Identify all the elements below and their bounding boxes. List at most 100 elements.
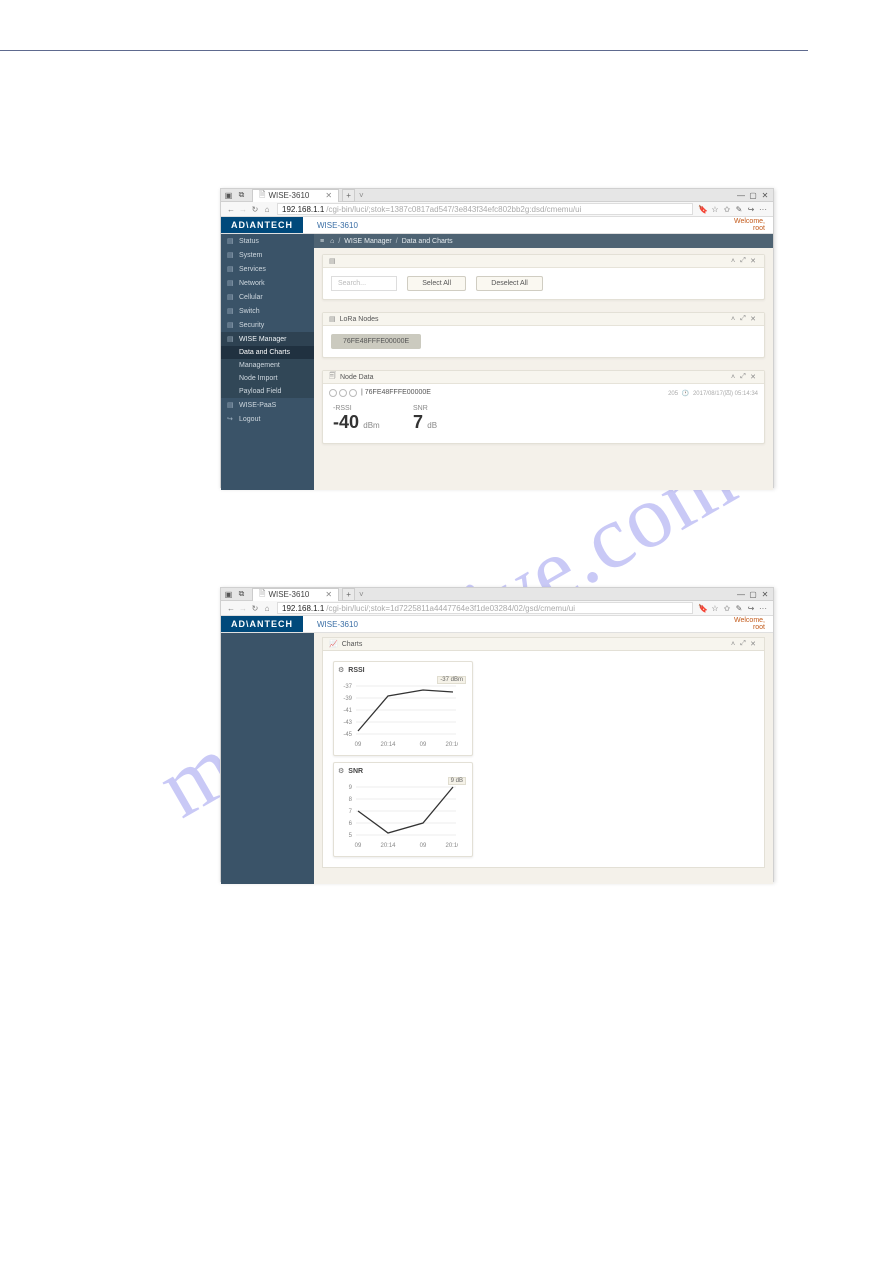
back-button[interactable]: ← bbox=[225, 205, 237, 214]
forward-button[interactable]: → bbox=[237, 205, 249, 214]
panel-collapse-icon[interactable]: ˄ bbox=[728, 316, 738, 323]
sidebar-sub-data-charts[interactable]: Data and Charts bbox=[221, 346, 314, 359]
back-button[interactable]: ← bbox=[225, 604, 237, 613]
new-tab-button[interactable]: + bbox=[342, 588, 355, 601]
window-icon: ▣ bbox=[223, 190, 234, 201]
search-input[interactable]: Search... bbox=[331, 276, 397, 291]
window-close-icon[interactable]: ✕ bbox=[759, 590, 771, 599]
window-icon: ▣ bbox=[223, 589, 234, 600]
sidebar-item-services[interactable]: ▤Services bbox=[221, 262, 314, 276]
brand-logo: AD\ANTECH bbox=[221, 217, 303, 233]
welcome-text: Welcome, root bbox=[734, 617, 773, 631]
home-button[interactable]: ⌂ bbox=[261, 205, 273, 214]
menu-icon: ▤ bbox=[227, 279, 236, 287]
share-icon[interactable]: ↪ bbox=[745, 205, 757, 214]
reading-view-icon[interactable]: 🔖 bbox=[697, 604, 709, 613]
brand-logo: AD\ANTECH bbox=[221, 616, 303, 632]
page-icon: 🗎 bbox=[259, 189, 265, 203]
panel-close-icon[interactable]: ✕ bbox=[748, 257, 758, 265]
more-icon[interactable]: ··· bbox=[757, 604, 769, 613]
window-minimize-icon[interactable]: — bbox=[735, 590, 747, 599]
main-content: ≡ ⌂ / WISE Manager / Data and Charts ▤ ˄… bbox=[314, 234, 773, 490]
sidebar-item-network[interactable]: ▤Network bbox=[221, 276, 314, 290]
panel-close-icon[interactable]: ✕ bbox=[748, 640, 758, 648]
window-close-icon[interactable]: ✕ bbox=[759, 191, 771, 200]
reload-button[interactable]: ↻ bbox=[249, 205, 261, 214]
ytick: -45 bbox=[343, 732, 352, 738]
panel-header: 🗐 Node Data ˄ ⤢ ✕ bbox=[323, 371, 764, 384]
xtick: 20:16 bbox=[445, 742, 458, 748]
notes-icon[interactable]: ✎ bbox=[733, 604, 745, 613]
deselect-all-button[interactable]: Deselect All bbox=[476, 276, 543, 291]
url-input[interactable]: 192.168.1.1 /cgi-bin/luci/;stok=1d722581… bbox=[277, 602, 693, 614]
tab-close-icon[interactable]: ✕ bbox=[325, 191, 332, 200]
ts-count: 205 bbox=[668, 391, 680, 397]
panel-collapse-icon[interactable]: ˄ bbox=[728, 374, 738, 381]
sidebar-sub-payload-field[interactable]: Payload Field bbox=[221, 385, 314, 398]
panel-collapse-icon[interactable]: ˄ bbox=[728, 641, 738, 648]
sidebar-item-switch[interactable]: ▤Switch bbox=[221, 304, 314, 318]
window-minimize-icon[interactable]: — bbox=[735, 191, 747, 200]
panel-expand-icon[interactable]: ⤢ bbox=[738, 373, 748, 381]
browser-tab[interactable]: 🗎 WISE-3610 ✕ bbox=[252, 189, 339, 202]
favorites-bar-icon[interactable]: ✩ bbox=[721, 205, 733, 214]
crumb-seg1[interactable]: WISE Manager bbox=[344, 238, 391, 245]
more-icon[interactable]: ··· bbox=[757, 205, 769, 214]
sidebar-sub-label: Data and Charts bbox=[239, 349, 290, 356]
new-tab-button[interactable]: + bbox=[342, 189, 355, 202]
page-icon: 🗎 bbox=[259, 588, 265, 602]
xtick: 09 bbox=[355, 843, 362, 849]
sidebar-item-cellular[interactable]: ▤Cellular bbox=[221, 290, 314, 304]
node-chip[interactable]: 76FE48FFFE00000E bbox=[331, 334, 421, 349]
notes-icon[interactable]: ✎ bbox=[733, 205, 745, 214]
reload-button[interactable]: ↻ bbox=[249, 604, 261, 613]
ytick: -37 bbox=[343, 684, 352, 690]
tab-close-icon[interactable]: ✕ bbox=[325, 590, 332, 599]
tab-title: WISE-3610 bbox=[268, 191, 309, 200]
home-button[interactable]: ⌂ bbox=[261, 604, 273, 613]
panel-expand-icon[interactable]: ⤢ bbox=[738, 257, 748, 265]
url-input[interactable]: 192.168.1.1 /cgi-bin/luci/;stok=1387c081… bbox=[277, 203, 693, 215]
reading-view-icon[interactable]: 🔖 bbox=[697, 205, 709, 214]
welcome-user: root bbox=[753, 624, 765, 631]
sidebar-sub-management[interactable]: Management bbox=[221, 359, 314, 372]
node-data-panel: 🗐 Node Data ˄ ⤢ ✕ | 76FE48FFFE00000E 205… bbox=[322, 370, 765, 444]
xtick: 09 bbox=[420, 742, 427, 748]
forward-button[interactable]: → bbox=[237, 604, 249, 613]
panel-expand-icon[interactable]: ⤢ bbox=[738, 640, 748, 648]
gear-icon[interactable]: ⚙ bbox=[338, 666, 344, 674]
sidebar-item-logout[interactable]: ↪Logout bbox=[221, 412, 314, 426]
sidebar-item-status[interactable]: ▤Status bbox=[221, 234, 314, 248]
metric-rssi: -RSSI -40 dBm bbox=[333, 405, 413, 433]
gear-icon[interactable]: ⚙ bbox=[338, 767, 344, 775]
menu-icon: ▤ bbox=[227, 307, 236, 315]
ytick: 7 bbox=[349, 809, 353, 815]
tab-dropdown-icon[interactable]: ˅ bbox=[359, 590, 364, 599]
sidebar-item-system[interactable]: ▤System bbox=[221, 248, 314, 262]
share-icon[interactable]: ↪ bbox=[745, 604, 757, 613]
menu-toggle-icon[interactable]: ≡ bbox=[320, 238, 324, 245]
duplicate-tab-icon[interactable]: ⧉ bbox=[236, 190, 247, 201]
sidebar-item-wise-paas[interactable]: ▤WISE-PaaS bbox=[221, 398, 314, 412]
panel-expand-icon[interactable]: ⤢ bbox=[738, 315, 748, 323]
sidebar-item-wise-manager[interactable]: ▤WISE Manager bbox=[221, 332, 314, 346]
panel-close-icon[interactable]: ✕ bbox=[748, 373, 758, 381]
home-icon[interactable]: ⌂ bbox=[330, 238, 334, 245]
chart-header: ⚙ RSSI bbox=[338, 666, 468, 674]
ytick: 9 bbox=[349, 785, 353, 791]
favorites-bar-icon[interactable]: ✩ bbox=[721, 604, 733, 613]
favorite-icon[interactable]: ☆ bbox=[709, 205, 721, 214]
snr-chart-svg: 9 8 7 6 5 09 20:14 09 20:16 bbox=[338, 777, 458, 852]
tab-dropdown-icon[interactable]: ˅ bbox=[359, 191, 364, 200]
browser-tab[interactable]: 🗎 WISE-3610 ✕ bbox=[252, 588, 339, 601]
panel-collapse-icon[interactable]: ˄ bbox=[728, 258, 738, 265]
sidebar-item-security[interactable]: ▤Security bbox=[221, 318, 314, 332]
select-all-button[interactable]: Select All bbox=[407, 276, 466, 291]
window-maximize-icon[interactable]: ▢ bbox=[747, 590, 759, 599]
panel-close-icon[interactable]: ✕ bbox=[748, 315, 758, 323]
duplicate-tab-icon[interactable]: ⧉ bbox=[236, 589, 247, 600]
favorite-icon[interactable]: ☆ bbox=[709, 604, 721, 613]
sidebar-sub-node-import[interactable]: Node Import bbox=[221, 372, 314, 385]
rssi-chart-svg: -37 -39 -41 -43 -45 09 20:14 09 20:16 bbox=[338, 676, 458, 751]
window-maximize-icon[interactable]: ▢ bbox=[747, 191, 759, 200]
